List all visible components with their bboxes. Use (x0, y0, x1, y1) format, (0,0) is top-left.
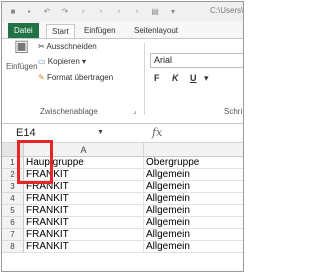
cell-b2[interactable]: Allgemein (144, 169, 243, 181)
quick-access-icon-2[interactable]: ▫ (132, 7, 142, 17)
cell-a7[interactable]: FRANKIT (24, 229, 144, 241)
formula-bar: E14 ▼ fx (2, 124, 243, 143)
cell-a4[interactable]: FRANKIT (24, 193, 144, 205)
ribbon-tabs: Datei Start Einfügen Seitenlayout (2, 22, 243, 38)
cell-b1[interactable]: Obergruppe (144, 157, 243, 169)
column-header-a[interactable]: A (24, 143, 144, 157)
row-header[interactable]: 6 (2, 217, 24, 229)
paste-button[interactable]: Einfügen (6, 61, 38, 72)
print-icon[interactable]: ▫ (78, 7, 88, 17)
ribbon: ▣ Einfügen ✂ Ausschneiden ▭ Kopieren ▾ ✎… (2, 38, 243, 124)
select-all-corner[interactable] (2, 143, 24, 157)
cell-a6[interactable]: FRANKIT (24, 217, 144, 229)
tab-start[interactable]: Start (46, 24, 75, 38)
row-header[interactable]: 1 (2, 157, 24, 169)
cell-a1[interactable]: Hauptgruppe (24, 157, 144, 169)
cell-a5[interactable]: FRANKIT (24, 205, 144, 217)
italic-button[interactable]: K (172, 73, 179, 83)
cell-a2[interactable]: FRANKIT (24, 169, 144, 181)
name-box[interactable]: E14 (10, 126, 86, 141)
tab-file[interactable]: Datei (8, 23, 39, 38)
font-group-label: Schri (224, 107, 243, 116)
title-bar: ■ ▪ ↶ ↷ ▫ ▫ ▫ ▫ ▤ ▾ C:\Users\Ver (2, 2, 244, 22)
underline-button[interactable]: U (190, 73, 197, 83)
cut-button[interactable]: ✂ Ausschneiden (38, 41, 97, 52)
row-header[interactable]: 7 (2, 229, 24, 241)
row-header[interactable]: 3 (2, 181, 24, 193)
bold-button[interactable]: F (154, 73, 160, 83)
underline-dropdown-icon[interactable]: ▾ (204, 73, 209, 84)
row-header[interactable]: 4 (2, 193, 24, 205)
tab-page-layout[interactable]: Seitenlayout (134, 24, 178, 38)
copy-icon: ▭ (38, 57, 48, 66)
name-box-dropdown-icon[interactable]: ▼ (97, 129, 104, 136)
row-header[interactable]: 2 (2, 169, 24, 181)
cell-b8[interactable]: Allgemein (144, 241, 243, 253)
row-header[interactable]: 5 (2, 205, 24, 217)
cell-b3[interactable]: Allgemein (144, 181, 243, 193)
quick-access-icon[interactable]: ▫ (114, 7, 124, 17)
brush-icon: ✎ (38, 73, 47, 82)
save-icon[interactable]: ▪ (24, 7, 34, 17)
customize-icon[interactable]: ▾ (168, 7, 178, 17)
cell-a8[interactable]: FRANKIT (24, 241, 144, 253)
undo-icon[interactable]: ↶ (42, 7, 52, 17)
column-header-b[interactable] (144, 143, 243, 157)
clipboard-group-label: Zwischenablage (40, 107, 98, 116)
window-title: C:\Users\Ver (210, 6, 244, 15)
insert-function-button[interactable]: fx (152, 126, 162, 139)
cell-a3[interactable]: FRANKIT (24, 181, 144, 193)
cell-b6[interactable]: Allgemein (144, 217, 243, 229)
excel-logo-icon: ■ (10, 7, 16, 16)
cell-b7[interactable]: Allgemein (144, 229, 243, 241)
paste-icon[interactable]: ▣ (14, 39, 29, 55)
preview-icon[interactable]: ▫ (96, 7, 106, 17)
copy-button[interactable]: ▭ Kopieren ▾ (38, 56, 86, 67)
font-name-field[interactable]: Arial (150, 53, 243, 68)
clipboard-launcher-icon[interactable]: ⌟ (133, 107, 136, 115)
cell-b5[interactable]: Allgemein (144, 205, 243, 217)
tab-insert[interactable]: Einfügen (84, 24, 116, 38)
cell-b4[interactable]: Allgemein (144, 193, 243, 205)
group-divider (144, 43, 145, 115)
row-header[interactable]: 8 (2, 241, 24, 253)
chart-icon[interactable]: ▤ (150, 7, 160, 17)
format-painter-button[interactable]: ✎ Format übertragen (38, 72, 113, 83)
worksheet-grid: A 1 Hauptgruppe Obergruppe 2 FRANKIT All… (2, 143, 243, 271)
excel-window: ■ ▪ ↶ ↷ ▫ ▫ ▫ ▫ ▤ ▾ C:\Users\Ver Datei S… (1, 1, 244, 272)
redo-icon[interactable]: ↷ (60, 7, 70, 17)
